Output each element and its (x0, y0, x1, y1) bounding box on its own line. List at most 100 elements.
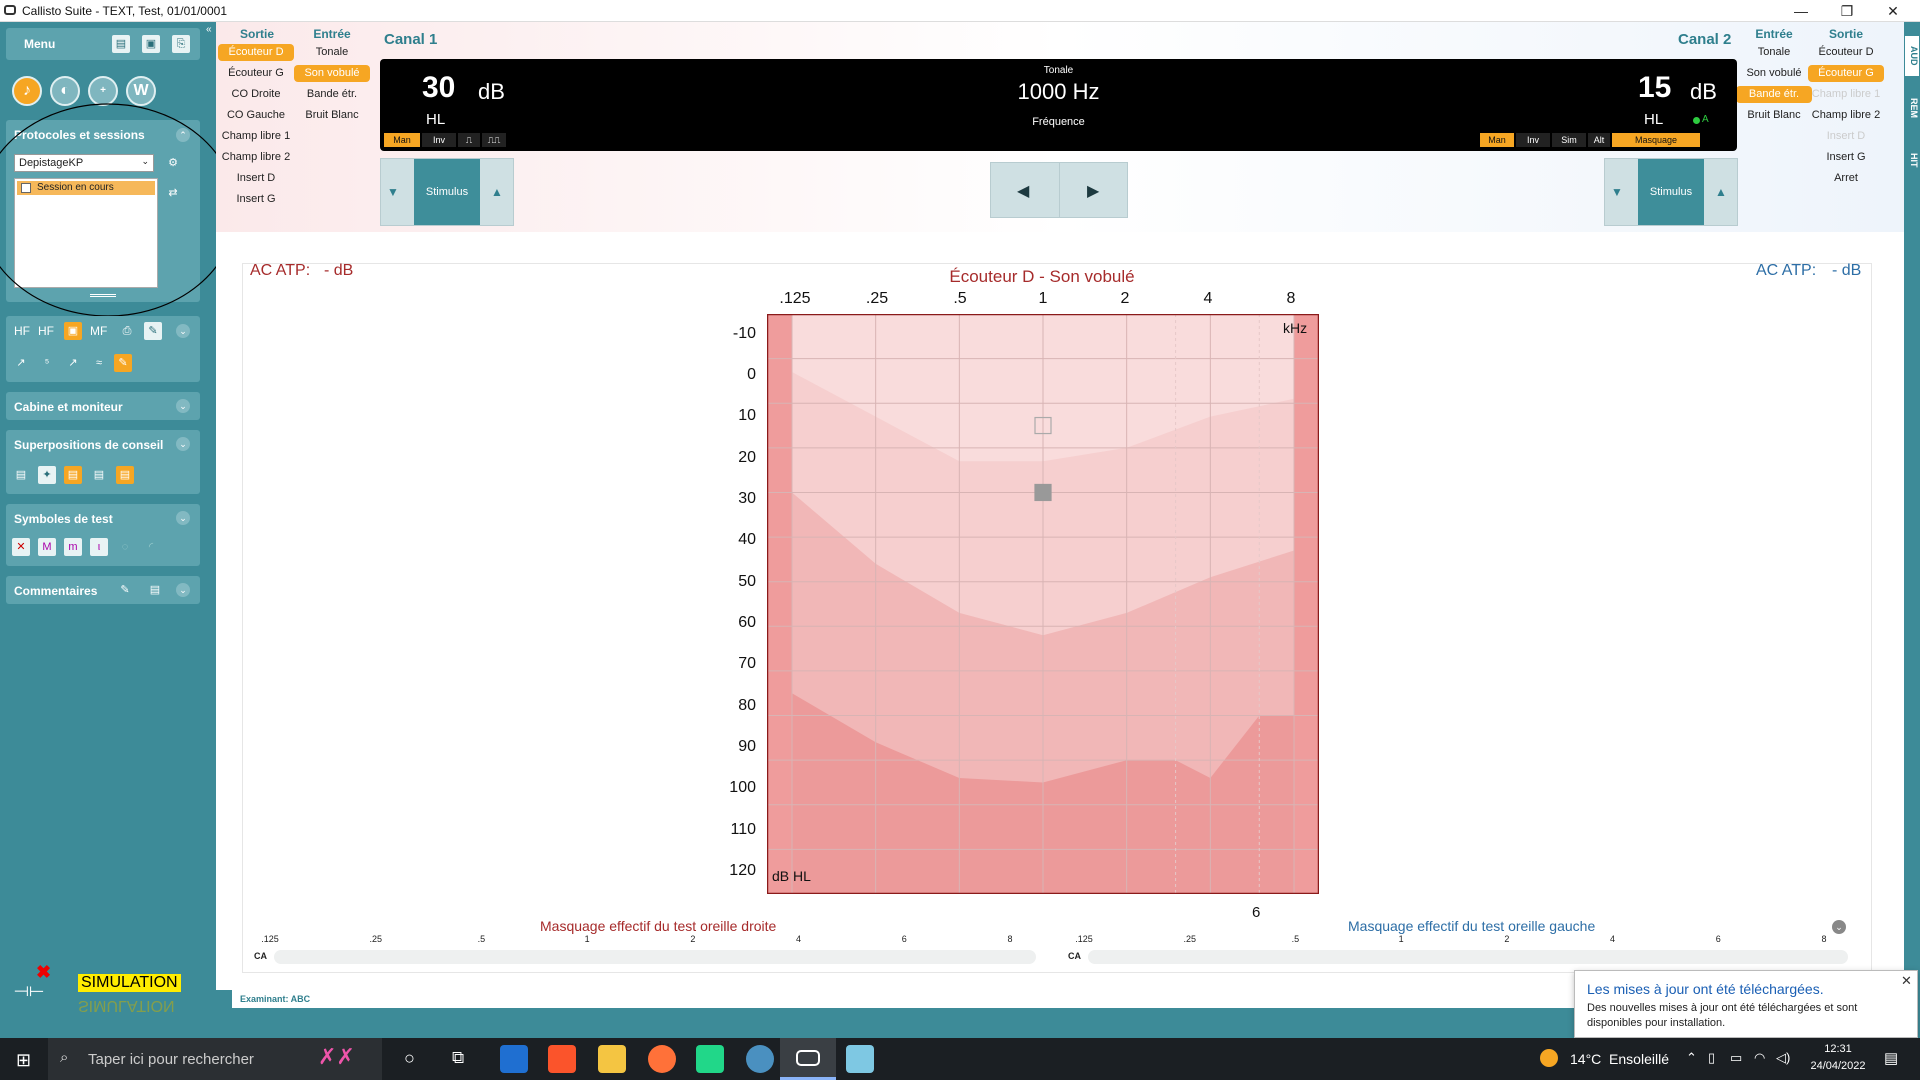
symbol-icon-6[interactable]: ◜ (142, 538, 160, 556)
maximize-button[interactable]: ❐ (1824, 0, 1870, 22)
tab-hit[interactable]: HIT (1905, 140, 1919, 180)
toast-close-icon[interactable]: ✕ (1901, 973, 1912, 989)
collapse-sidebar-icon[interactable]: « (206, 24, 212, 35)
ch1-sortie-ecouteur-d[interactable]: Écouteur D (218, 44, 294, 61)
notes-icon[interactable]: ▤ (146, 581, 164, 599)
tab-rem[interactable]: REM (1905, 88, 1919, 128)
mf-toggle[interactable]: MF (90, 324, 107, 338)
ch1-man-toggle[interactable]: Man (384, 133, 420, 147)
ch2-entree-tonale[interactable]: Tonale (1736, 44, 1812, 61)
overlay-icon-2[interactable]: ✦ (38, 466, 56, 484)
ch2-sortie-champ-libre-1[interactable]: Champ libre 1 (1808, 86, 1884, 103)
pycharm-taskbar-icon[interactable] (696, 1045, 724, 1073)
ch2-sortie-champ-libre-2[interactable]: Champ libre 2 (1808, 107, 1884, 124)
battery-icon[interactable]: ▭ (1730, 1050, 1742, 1066)
tool-icon-4[interactable]: ≈ (90, 354, 108, 372)
multi-pulse-icon[interactable]: ⎍⎍ (482, 133, 506, 147)
cabine-panel[interactable]: Cabine et moniteur ⌄ (6, 392, 200, 420)
ch1-sortie-insert-g[interactable]: Insert G (218, 191, 294, 208)
ch2-sortie-insert-d[interactable]: Insert D (1808, 128, 1884, 145)
menu-button[interactable]: Menu (24, 37, 55, 51)
ch1-sortie-co-droite[interactable]: CO Droite (218, 86, 294, 103)
ch1-sortie-champ-libre-2[interactable]: Champ libre 2 (218, 149, 294, 166)
windows-start-icon[interactable]: ⊞ (16, 1050, 31, 1071)
tool-icon-1[interactable]: ↗ (12, 354, 30, 372)
cortana-icon[interactable]: ○ (404, 1048, 415, 1069)
wifi-icon[interactable]: ◠ (1754, 1050, 1765, 1066)
ch2-sortie-ecouteur-g[interactable]: Écouteur G (1808, 65, 1884, 82)
app-taskbar-icon[interactable] (746, 1045, 774, 1073)
ch1-sortie-co-gauche[interactable]: CO Gauche (218, 107, 294, 124)
minimize-button[interactable]: — (1778, 0, 1824, 22)
ch1-stimulus-button[interactable]: Stimulus (414, 159, 480, 225)
symbol-icon-3[interactable]: m (64, 538, 82, 556)
overlay-icon-4[interactable]: ▤ (90, 466, 108, 484)
pdf-icon[interactable]: ▤ (112, 35, 130, 53)
ch1-entree-bande-etr[interactable]: Bande étr. (294, 86, 370, 103)
tool-icon-5[interactable]: ✎ (114, 354, 132, 372)
callisto-taskbar-button[interactable] (780, 1038, 836, 1080)
audiogram-plot[interactable] (767, 314, 1319, 894)
edge-taskbar-icon[interactable] (500, 1045, 528, 1073)
clock-time[interactable]: 12:31 (1810, 1043, 1866, 1055)
ch1-sortie-ecouteur-g[interactable]: Écouteur G (218, 65, 294, 82)
comment-icon[interactable]: ✎ (116, 581, 134, 599)
frequency-up-icon[interactable]: ▶ (1087, 181, 1099, 201)
comments-panel[interactable]: Commentaires ✎ ▤ ⌄ (6, 576, 200, 604)
ch2-man-toggle[interactable]: Man (1480, 133, 1514, 147)
ch2-sortie-arret[interactable]: Arret (1808, 170, 1884, 187)
tab-aud[interactable]: AUD (1905, 36, 1919, 76)
tray-device-icon[interactable]: ▯ (1708, 1050, 1715, 1066)
audiogram-view-icon[interactable]: ▣ (64, 322, 82, 340)
expand-symbols-icon[interactable]: ⌄ (176, 511, 190, 525)
brave-taskbar-icon[interactable] (548, 1045, 576, 1073)
firefox-taskbar-icon[interactable] (648, 1045, 676, 1073)
notifications-icon[interactable]: ▤ (1884, 1049, 1898, 1067)
weather-text[interactable]: 14°C Ensoleillé (1570, 1051, 1669, 1067)
tray-chevron-icon[interactable]: ⌃ (1686, 1050, 1697, 1066)
file-explorer-icon[interactable] (598, 1045, 626, 1073)
tool-icon-3[interactable]: ↗ (64, 354, 82, 372)
task-view-icon[interactable]: ⧉ (452, 1048, 464, 1068)
ch1-entree-son-vobule[interactable]: Son vobulé (294, 65, 370, 82)
masking-right-bar[interactable] (274, 950, 1036, 964)
ch2-sortie-ecouteur-d[interactable]: Écouteur D (1808, 44, 1884, 61)
exit-icon[interactable]: ⎘ (172, 35, 190, 53)
symbol-icon-5[interactable]: ◌ (116, 538, 134, 556)
expand-cabine-icon[interactable]: ⌄ (176, 399, 190, 413)
frequency-down-icon[interactable]: ◀ (1017, 181, 1029, 201)
hf-toggle[interactable]: HF (14, 324, 30, 338)
expand-superpositions-icon[interactable]: ⌄ (176, 437, 190, 451)
overlay-icon-3[interactable]: ▤ (64, 466, 82, 484)
single-pulse-icon[interactable]: ⎍ (458, 133, 480, 147)
ch1-sortie-insert-d[interactable]: Insert D (218, 170, 294, 187)
hf-z-toggle[interactable]: HF (38, 324, 54, 338)
ch2-level-down-icon[interactable]: ▼ (1611, 185, 1623, 199)
ch2-entree-son-vobule[interactable]: Son vobulé (1736, 65, 1812, 82)
ch1-entree-bruit-blanc[interactable]: Bruit Blanc (294, 107, 370, 124)
ch2-level-up-icon[interactable]: ▲ (1715, 185, 1727, 199)
symbol-icon-4[interactable]: ι (90, 538, 108, 556)
ch2-sim-toggle[interactable]: Sim (1552, 133, 1586, 147)
ch2-sortie-insert-g[interactable]: Insert G (1808, 149, 1884, 166)
ch2-masquage-toggle[interactable]: Masquage (1612, 133, 1700, 147)
ch2-stimulus-button[interactable]: Stimulus (1638, 159, 1704, 225)
ch1-sortie-champ-libre-1[interactable]: Champ libre 1 (218, 128, 294, 145)
save-icon[interactable]: ▣ (142, 35, 160, 53)
symbol-icon-2[interactable]: M (38, 538, 56, 556)
masking-left-bar[interactable] (1088, 950, 1848, 964)
search-box[interactable]: ⌕ Taper ici pour rechercher ✗✗ (48, 1038, 382, 1080)
notepad-taskbar-icon[interactable] (846, 1045, 874, 1073)
close-button[interactable]: ✕ (1870, 0, 1916, 22)
update-toast[interactable]: Les mises à jour ont été téléchargées. D… (1574, 970, 1918, 1038)
ch2-inv-toggle[interactable]: Inv (1516, 133, 1550, 147)
print-icon[interactable]: ⎙ (118, 322, 136, 340)
ch1-level-up-icon[interactable]: ▲ (491, 185, 503, 199)
ch2-entree-bruit-blanc[interactable]: Bruit Blanc (1736, 107, 1812, 124)
symbol-icon-1[interactable]: ✕ (12, 538, 30, 556)
overlay-icon-5[interactable]: ▤ (116, 466, 134, 484)
ch2-alt-toggle[interactable]: Alt (1588, 133, 1610, 147)
tool-icon-2[interactable]: ⁵ (38, 354, 56, 372)
ch2-entree-bande-etr[interactable]: Bande étr. (1736, 86, 1812, 103)
overlay-icon-1[interactable]: ▤ (12, 466, 30, 484)
